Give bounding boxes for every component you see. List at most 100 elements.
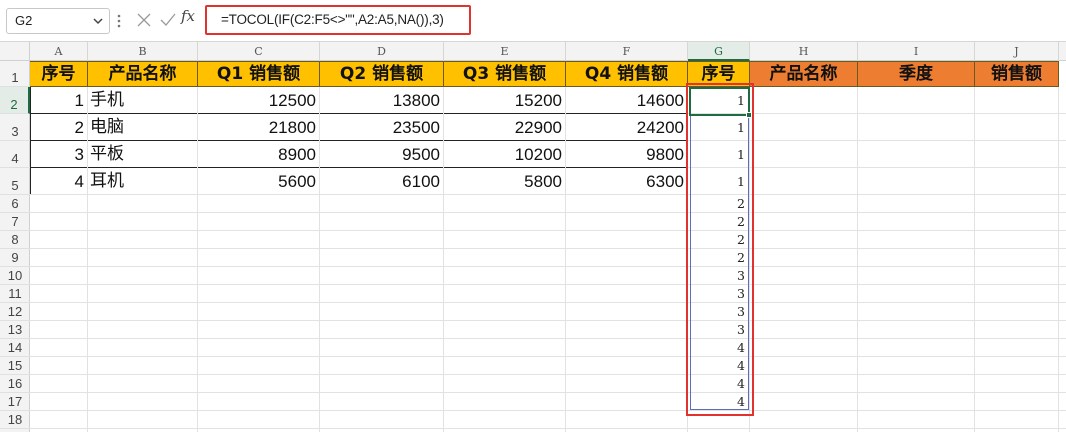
column-header-a[interactable]: A bbox=[30, 42, 88, 61]
row-header-2[interactable]: 2 bbox=[0, 87, 30, 114]
header-cell-c1[interactable]: Q1 销售额 bbox=[198, 61, 320, 87]
cell-b5[interactable]: 耳机 bbox=[88, 168, 198, 195]
cell-g7[interactable]: 2 bbox=[688, 213, 750, 231]
row-header-5[interactable]: 5 bbox=[0, 168, 30, 195]
cell-g15[interactable]: 4 bbox=[688, 357, 750, 375]
cell-c5[interactable]: 5600 bbox=[198, 168, 320, 195]
column-header-g[interactable]: G bbox=[688, 42, 750, 61]
fill-handle[interactable] bbox=[746, 112, 752, 118]
row-header-14[interactable]: 14 bbox=[0, 339, 30, 357]
column-header-d[interactable]: D bbox=[320, 42, 444, 61]
name-box[interactable]: G2 bbox=[6, 8, 110, 34]
cell-g5[interactable]: 1 bbox=[688, 168, 750, 195]
row-header-3[interactable]: 3 bbox=[0, 114, 30, 141]
cell-f4[interactable]: 9800 bbox=[566, 141, 688, 168]
header-cell-h1[interactable]: 产品名称 bbox=[750, 61, 858, 87]
cell-g13[interactable]: 3 bbox=[688, 321, 750, 339]
cell-c2[interactable]: 12500 bbox=[198, 87, 320, 114]
cell-g17[interactable]: 4 bbox=[688, 393, 750, 411]
grid-row-line bbox=[30, 320, 1066, 321]
cancel-icon[interactable] bbox=[134, 10, 154, 30]
chevron-down-icon[interactable] bbox=[91, 13, 105, 29]
grid-row-line bbox=[30, 302, 1066, 303]
grid-col-line bbox=[87, 87, 88, 432]
cell-c4[interactable]: 8900 bbox=[198, 141, 320, 168]
cell-g2[interactable]: 1 bbox=[688, 87, 750, 114]
cell-d4[interactable]: 9500 bbox=[320, 141, 444, 168]
grid-col-line bbox=[443, 87, 444, 432]
cell-f2[interactable]: 14600 bbox=[566, 87, 688, 114]
cell-d2[interactable]: 13800 bbox=[320, 87, 444, 114]
cell-g11[interactable]: 3 bbox=[688, 285, 750, 303]
confirm-check-icon[interactable] bbox=[158, 10, 178, 30]
grid-row-line bbox=[30, 356, 1066, 357]
column-header-h[interactable]: H bbox=[750, 42, 858, 61]
grid-row-line bbox=[30, 212, 1066, 213]
insert-function-icon[interactable]: fx bbox=[181, 7, 195, 25]
column-header-c[interactable]: C bbox=[198, 42, 320, 61]
cell-d3[interactable]: 23500 bbox=[320, 114, 444, 141]
grid-row-line bbox=[30, 284, 1066, 285]
row-header-16[interactable]: 16 bbox=[0, 375, 30, 393]
row-header-15[interactable]: 15 bbox=[0, 357, 30, 375]
row-header-9[interactable]: 9 bbox=[0, 249, 30, 267]
cell-g16[interactable]: 4 bbox=[688, 375, 750, 393]
grid-col-line bbox=[974, 87, 975, 432]
row-header-10[interactable]: 10 bbox=[0, 267, 30, 285]
column-header-i[interactable]: I bbox=[858, 42, 975, 61]
row-header-4[interactable]: 4 bbox=[0, 141, 30, 168]
row-header-18[interactable]: 18 bbox=[0, 411, 30, 429]
cell-g9[interactable]: 2 bbox=[688, 249, 750, 267]
cell-a4[interactable]: 3 bbox=[30, 141, 88, 168]
cell-b3[interactable]: 电脑 bbox=[88, 114, 198, 141]
cell-c3[interactable]: 21800 bbox=[198, 114, 320, 141]
cell-g12[interactable]: 3 bbox=[688, 303, 750, 321]
select-all-corner[interactable] bbox=[0, 42, 30, 61]
row-header-13[interactable]: 13 bbox=[0, 321, 30, 339]
cell-a3[interactable]: 2 bbox=[30, 114, 88, 141]
cell-g8[interactable]: 2 bbox=[688, 231, 750, 249]
cell-e2[interactable]: 15200 bbox=[444, 87, 566, 114]
column-header-b[interactable]: B bbox=[88, 42, 198, 61]
more-vertical-icon[interactable] bbox=[114, 11, 124, 31]
grid-row-line bbox=[30, 266, 1066, 267]
header-cell-d1[interactable]: Q2 销售额 bbox=[320, 61, 444, 87]
row-header-8[interactable]: 8 bbox=[0, 231, 30, 249]
row-header-strip: 1 2 3 4 5 6 7 8 9 10 11 12 13 14 15 16 1… bbox=[0, 61, 30, 432]
header-cell-b1[interactable]: 产品名称 bbox=[88, 61, 198, 87]
row-header-7[interactable]: 7 bbox=[0, 213, 30, 231]
column-header-f[interactable]: F bbox=[566, 42, 688, 61]
cell-g10[interactable]: 3 bbox=[688, 267, 750, 285]
cell-g3[interactable]: 1 bbox=[688, 114, 750, 141]
cell-g6[interactable]: 2 bbox=[688, 195, 750, 213]
formula-text: =TOCOL(IF(C2:F5<>"",A2:A5,NA()),3) bbox=[221, 12, 444, 27]
cell-a2[interactable]: 1 bbox=[30, 87, 88, 114]
cell-e3[interactable]: 22900 bbox=[444, 114, 566, 141]
header-cell-f1[interactable]: Q4 销售额 bbox=[566, 61, 688, 87]
cell-a5[interactable]: 4 bbox=[30, 168, 88, 195]
cell-f3[interactable]: 24200 bbox=[566, 114, 688, 141]
column-header-j[interactable]: J bbox=[975, 42, 1059, 61]
row-header-11[interactable]: 11 bbox=[0, 285, 30, 303]
cell-b4[interactable]: 平板 bbox=[88, 141, 198, 168]
row-header-17[interactable]: 17 bbox=[0, 393, 30, 411]
column-header-e[interactable]: E bbox=[444, 42, 566, 61]
header-cell-i1[interactable]: 季度 bbox=[858, 61, 975, 87]
row-header-1[interactable]: 1 bbox=[0, 61, 30, 87]
formula-input[interactable]: =TOCOL(IF(C2:F5<>"",A2:A5,NA()),3) bbox=[205, 5, 471, 35]
cell-d5[interactable]: 6100 bbox=[320, 168, 444, 195]
row-header-12[interactable]: 12 bbox=[0, 303, 30, 321]
header-cell-j1[interactable]: 销售额 bbox=[975, 61, 1059, 87]
header-cell-e1[interactable]: Q3 销售额 bbox=[444, 61, 566, 87]
header-cell-a1[interactable]: 序号 bbox=[30, 61, 88, 87]
cell-e4[interactable]: 10200 bbox=[444, 141, 566, 168]
sheet-grid[interactable]: 序号 产品名称 Q1 销售额 Q2 销售额 Q3 销售额 Q4 销售额 序号 产… bbox=[30, 61, 1066, 432]
cell-g14[interactable]: 4 bbox=[688, 339, 750, 357]
cell-f5[interactable]: 6300 bbox=[566, 168, 688, 195]
header-cell-g1[interactable]: 序号 bbox=[688, 61, 750, 87]
cell-e5[interactable]: 5800 bbox=[444, 168, 566, 195]
cell-g4[interactable]: 1 bbox=[688, 141, 750, 168]
cell-b2[interactable]: 手机 bbox=[88, 87, 198, 114]
column-header-strip: A B C D E F G H I J bbox=[0, 42, 1066, 61]
row-header-6[interactable]: 6 bbox=[0, 195, 30, 213]
